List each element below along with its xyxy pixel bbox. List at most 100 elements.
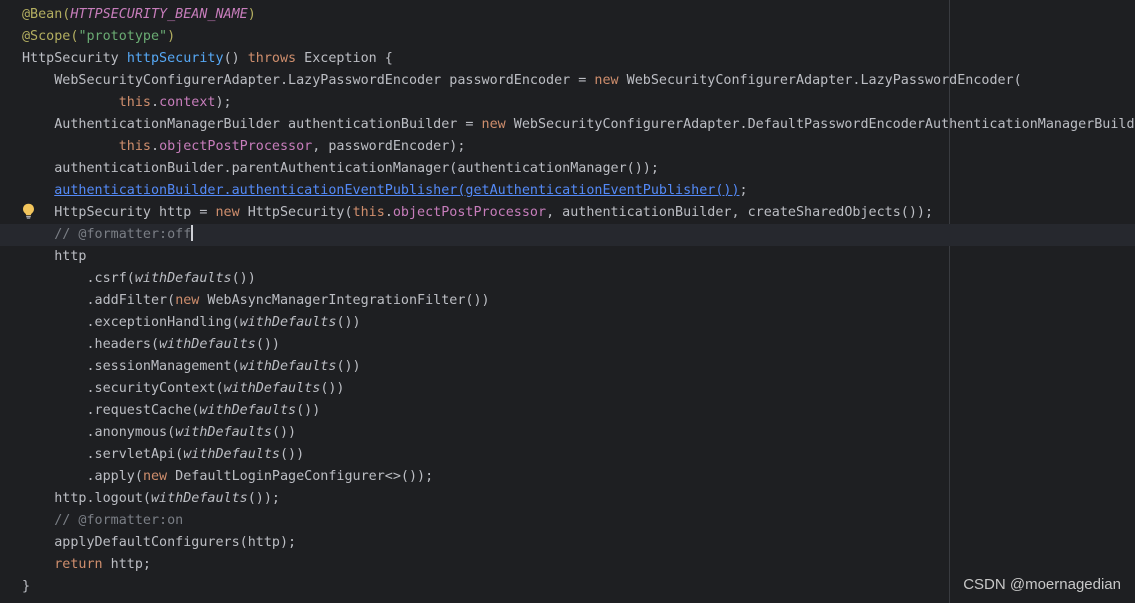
- code-line[interactable]: .anonymous(withDefaults()): [22, 422, 1135, 444]
- code-token-comment: // @formatter:on: [54, 513, 184, 528]
- code-line[interactable]: HttpSecurity httpSecurity() throws Excep…: [22, 48, 1135, 70]
- code-line[interactable]: .addFilter(new WebAsyncManagerIntegratio…: [22, 290, 1135, 312]
- text-caret: [191, 225, 194, 241]
- code-token-plain: ()): [271, 425, 297, 440]
- code-line[interactable]: .apply(new DefaultLoginPageConfigurer<>(…: [22, 466, 1135, 488]
- code-editor[interactable]: @Bean(HTTPSECURITY_BEAN_NAME) @Scope("pro…: [0, 0, 1135, 603]
- code-token-italic: withDefaults: [159, 337, 256, 352]
- code-line[interactable]: .servletApi(withDefaults()): [22, 444, 1135, 466]
- code-token-plain: ;: [739, 183, 748, 198]
- code-token-italic: withDefaults: [134, 271, 232, 286]
- code-token-plain: .csrf(: [86, 271, 135, 286]
- code-line[interactable]: .exceptionHandling(withDefaults()): [22, 312, 1135, 334]
- code-token-plain: (): [223, 51, 248, 66]
- code-line[interactable]: return http;: [22, 554, 1135, 576]
- code-line[interactable]: this.context);: [22, 92, 1135, 114]
- code-token-italic: withDefaults: [151, 491, 248, 506]
- code-token-plain: ()): [336, 315, 361, 330]
- code-token-kw: new: [215, 205, 240, 220]
- code-token-plain: WebSecurityConfigurerAdapter.LazyPasswor…: [54, 73, 595, 88]
- code-token-italic: withDefaults: [239, 359, 337, 374]
- code-token-plain: authenticationBuilder.parentAuthenticati…: [54, 161, 659, 176]
- watermark: CSDN @moernagedian: [963, 576, 1121, 593]
- code-token-ann: ): [247, 7, 256, 22]
- code-line[interactable]: HttpSecurity http = new HttpSecurity(thi…: [22, 202, 1135, 224]
- code-token-kw: new: [142, 469, 168, 484]
- code-token-plain: http.logout(: [54, 491, 151, 506]
- code-token-kw: new: [481, 117, 506, 132]
- code-token-italic: withDefaults: [223, 381, 321, 396]
- code-token-plain: AuthenticationManagerBuilder authenticat…: [54, 117, 482, 132]
- code-token-ann: @Scope(: [22, 29, 79, 44]
- code-token-plain: .anonymous(: [86, 425, 176, 440]
- code-line[interactable]: applyDefaultConfigurers(http);: [22, 532, 1135, 554]
- code-token-plain: DefaultLoginPageConfigurer<>());: [167, 469, 434, 484]
- code-line[interactable]: .headers(withDefaults()): [22, 334, 1135, 356]
- code-token-plain: WebAsyncManagerIntegrationFilter()): [199, 293, 490, 308]
- code-token-comment: // @formatter:off: [54, 227, 192, 242]
- code-token-ann: @Bean(: [22, 7, 71, 22]
- code-token-kw: new: [594, 73, 619, 88]
- code-line[interactable]: @Bean(HTTPSECURITY_BEAN_NAME): [22, 4, 1135, 26]
- code-token-ann: ): [167, 29, 176, 44]
- code-line[interactable]: .csrf(withDefaults()): [22, 268, 1135, 290]
- lightbulb-icon[interactable]: [22, 203, 35, 219]
- code-line[interactable]: @Scope("prototype"): [22, 26, 1135, 48]
- code-token-plain: .requestCache(: [86, 403, 200, 418]
- code-line[interactable]: AuthenticationManagerBuilder authenticat…: [22, 114, 1135, 136]
- code-token-plain: .sessionManagement(: [86, 359, 240, 374]
- code-token-plain: HttpSecurity: [22, 51, 127, 66]
- code-token-method: httpSecurity: [126, 51, 224, 66]
- code-token-plain: , authenticationBuilder, createSharedObj…: [546, 205, 934, 220]
- code-token-plain: ()): [336, 359, 361, 374]
- code-token-plain: .: [384, 205, 393, 220]
- code-token-plain: ()): [280, 447, 305, 462]
- code-token-plain: .addFilter(: [86, 293, 176, 308]
- code-line[interactable]: http: [22, 246, 1135, 268]
- code-line[interactable]: authenticationBuilder.authenticationEven…: [22, 180, 1135, 202]
- code-line[interactable]: // @formatter:on: [22, 510, 1135, 532]
- code-token-field: context: [159, 95, 216, 110]
- code-token-kw: this: [352, 205, 385, 220]
- code-token-link[interactable]: authenticationBuilder.authenticationEven…: [54, 183, 739, 198]
- code-token-italic: withDefaults: [199, 403, 297, 418]
- code-line[interactable]: WebSecurityConfigurerAdapter.LazyPasswor…: [22, 70, 1135, 92]
- code-token-plain: HttpSecurity(: [239, 205, 353, 220]
- code-token-plain: .servletApi(: [86, 447, 184, 462]
- code-token-plain: .apply(: [86, 469, 143, 484]
- code-line[interactable]: .securityContext(withDefaults()): [22, 378, 1135, 400]
- code-line[interactable]: http.logout(withDefaults());: [22, 488, 1135, 510]
- code-line[interactable]: authenticationBuilder.parentAuthenticati…: [22, 158, 1135, 180]
- code-token-plain: ()): [231, 271, 256, 286]
- code-token-annarg: HTTPSECURITY_BEAN_NAME: [70, 7, 248, 22]
- code-line[interactable]: .requestCache(withDefaults()): [22, 400, 1135, 422]
- code-token-plain: ());: [247, 491, 280, 506]
- code-line[interactable]: // @formatter:off: [0, 224, 1135, 246]
- code-token-kw: throws: [247, 51, 297, 66]
- code-token-plain: , passwordEncoder);: [312, 139, 466, 154]
- code-token-plain: .securityContext(: [86, 381, 224, 396]
- code-lines[interactable]: @Bean(HTTPSECURITY_BEAN_NAME) @Scope("pro…: [0, 4, 1135, 598]
- code-token-italic: withDefaults: [239, 315, 337, 330]
- code-line[interactable]: .sessionManagement(withDefaults()): [22, 356, 1135, 378]
- code-token-kw: return: [54, 557, 103, 572]
- code-line[interactable]: this.objectPostProcessor, passwordEncode…: [22, 136, 1135, 158]
- code-token-plain: ()): [320, 381, 345, 396]
